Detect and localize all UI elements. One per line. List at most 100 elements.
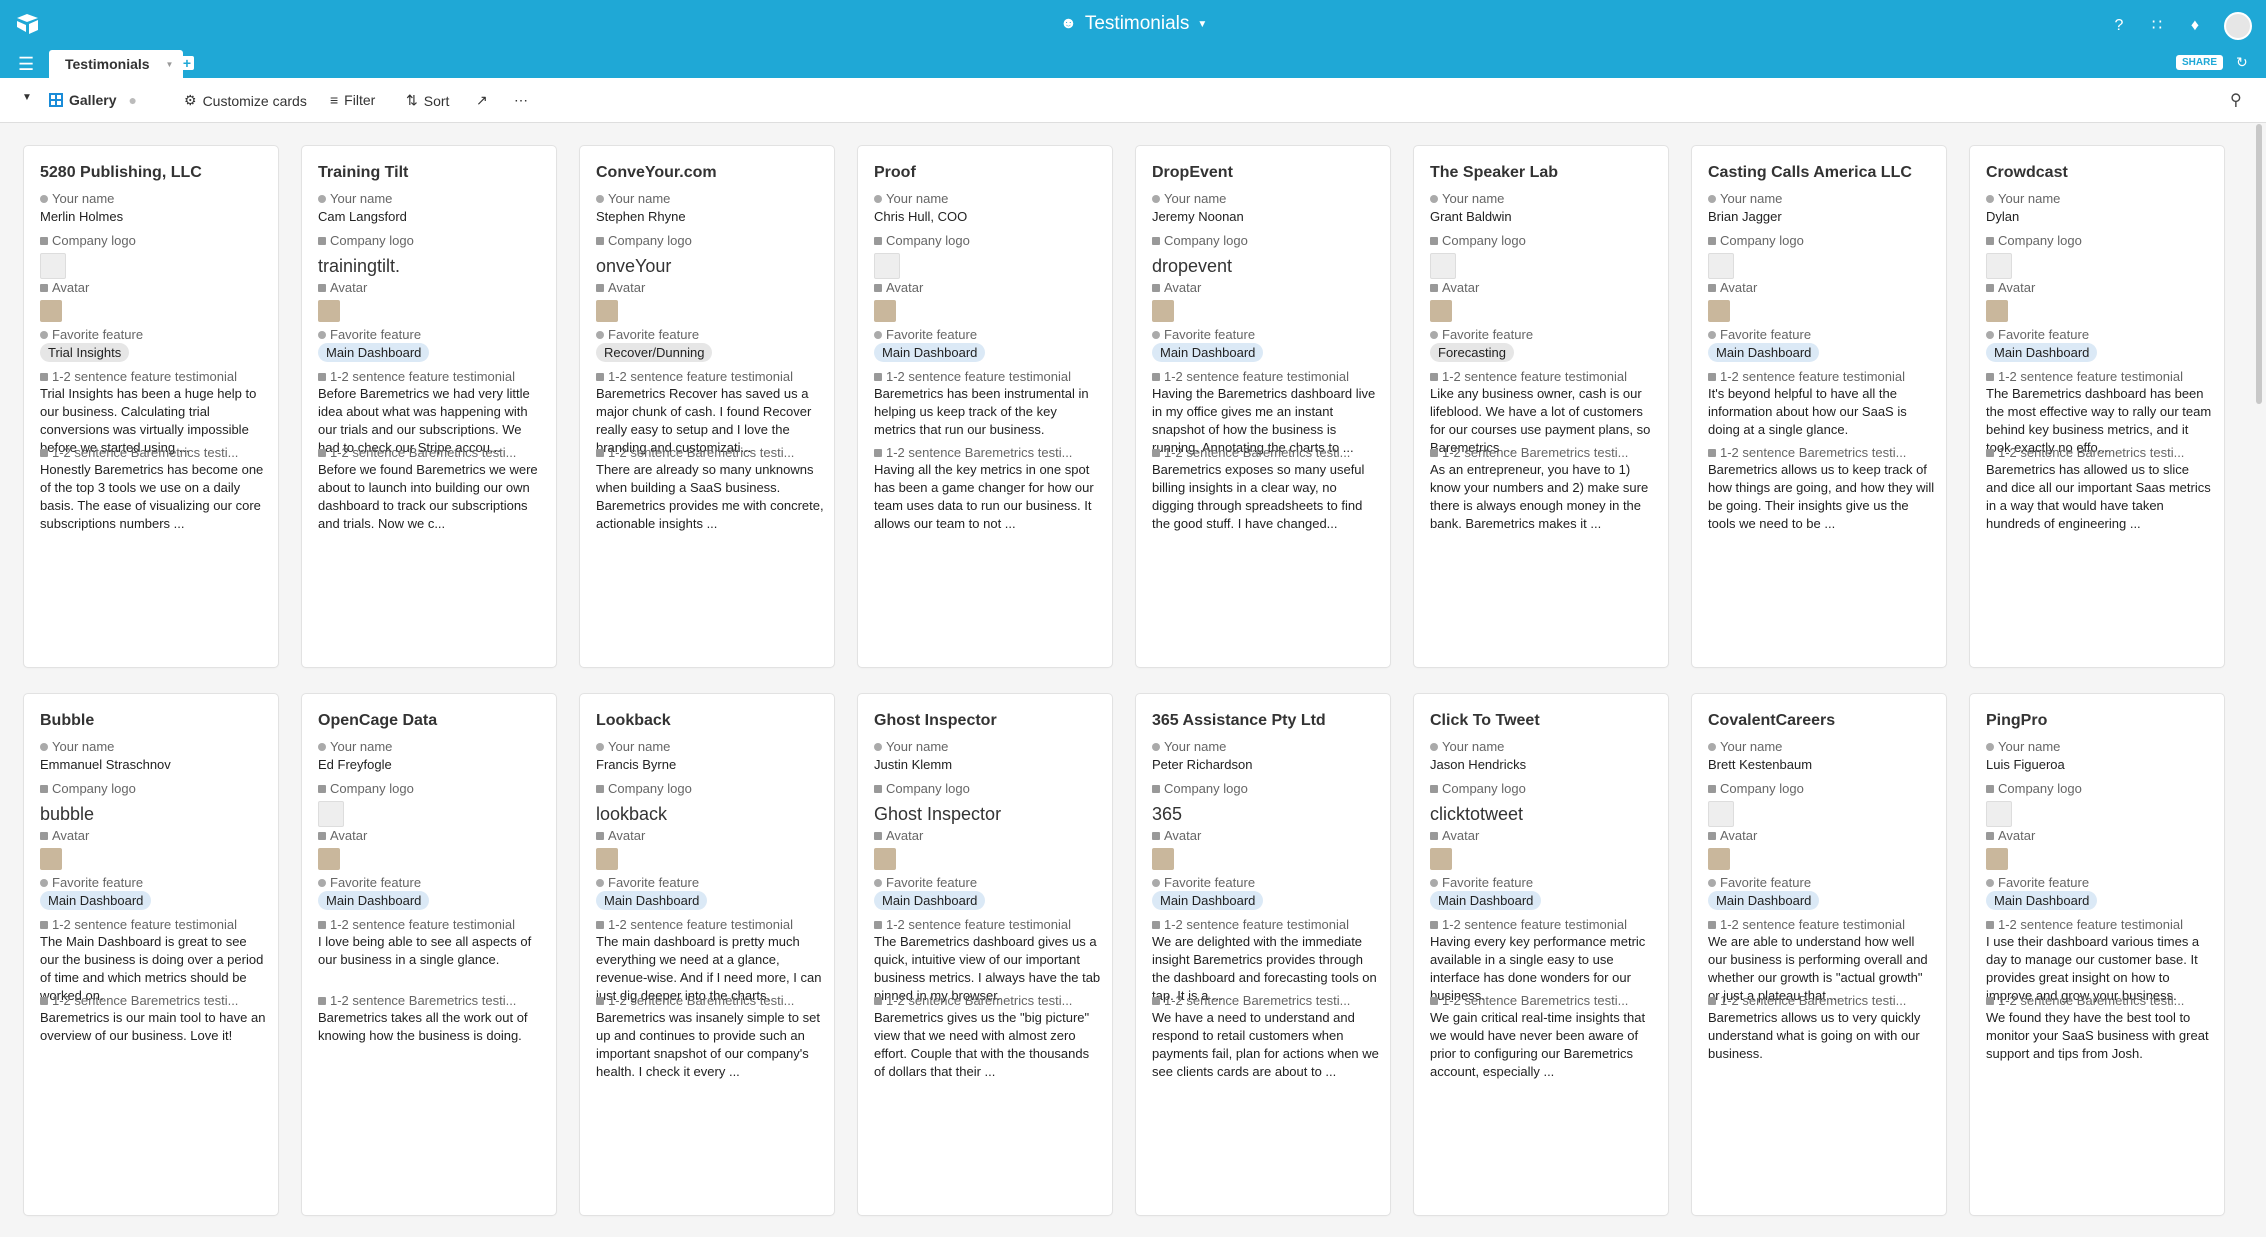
label-text: Favorite feature [52,875,144,890]
bell-icon[interactable]: ♦ [2186,17,2204,35]
label-text: 1-2 sentence Baremetrics testi... [330,993,517,1008]
gallery-card[interactable]: Crowdcast Your name Dylan Company logo A… [1970,146,2224,667]
sort-button[interactable]: ⇅ Sort [406,92,449,109]
gallery-card[interactable]: PingPro Your name Luis Figueroa Company … [1970,694,2224,1215]
gallery-card[interactable]: Bubble Your name Emmanuel Straschnov Com… [24,694,278,1215]
long-text-icon [318,920,326,929]
more-options-icon[interactable]: ⋯ [514,92,528,109]
filter-icon: ≡ [330,92,339,108]
your-name-value: Peter Richardson [1152,757,1253,772]
long-text-icon [1986,372,1994,381]
long-text-icon [1708,372,1716,381]
field-label-your-name: Your name [1430,191,1656,206]
apps-grid-icon[interactable]: ∷ [2148,17,2166,35]
attachment-field-icon [318,236,326,245]
gallery-card[interactable]: OpenCage Data Your name Ed Freyfogle Com… [302,694,556,1215]
your-name-value: Merlin Holmes [40,209,124,224]
card-title: Bubble [40,712,95,729]
label-text: Avatar [1164,280,1202,295]
label-text: Company logo [1720,233,1804,248]
field-label-favorite-feature: Favorite feature [1708,327,1934,342]
field-label-favorite-feature: Favorite feature [1152,875,1378,890]
field-label-company-logo: Company logo [596,781,822,796]
attachment-field-icon [1430,236,1438,245]
user-avatar[interactable] [2224,12,2252,40]
gallery-card[interactable]: Casting Calls America LLC Your name Bria… [1692,146,1946,667]
label-text: 1-2 sentence feature testimonial [52,917,237,932]
avatar-image [318,300,340,322]
field-label-avatar: Avatar [1708,828,1934,843]
gallery-card[interactable]: 365 Assistance Pty Ltd Your name Peter R… [1136,694,1390,1215]
gallery-card[interactable]: The Speaker Lab Your name Grant Baldwin … [1414,146,1668,667]
field-label-avatar: Avatar [40,280,266,295]
label-text: 1-2 sentence feature testimonial [1442,369,1627,384]
gallery-card[interactable]: ConveYour.com Your name Stephen Rhyne Co… [580,146,834,667]
label-text: Favorite feature [1164,327,1256,342]
attachment-field-icon [40,784,48,793]
attachment-field-icon [874,283,882,292]
your-name-value: Francis Byrne [596,757,677,772]
gallery-card[interactable]: Click To Tweet Your name Jason Hendricks… [1414,694,1668,1215]
gallery-card[interactable]: Ghost Inspector Your name Justin Klemm C… [858,694,1112,1215]
label-text: Your name [1442,739,1505,754]
label-text: 1-2 sentence Baremetrics testi... [886,993,1073,1008]
field-label-favorite-feature: Favorite feature [1152,327,1378,342]
label-text: 1-2 sentence feature testimonial [886,917,1071,932]
long-text-icon [596,448,604,457]
label-text: Favorite feature [608,327,700,342]
airtable-logo-icon[interactable] [16,13,40,35]
text-field-icon [596,742,604,751]
gallery-card[interactable]: CovalentCareers Your name Brett Kestenba… [1692,694,1946,1215]
long-text-icon [874,920,882,929]
gallery-card[interactable]: DropEvent Your name Jeremy Noonan Compan… [1136,146,1390,667]
company-logo-text: onveYour [596,255,672,276]
label-text: Avatar [1164,828,1202,843]
long-text-icon [596,920,604,929]
tab-testimonials[interactable]: Testimonials ▼ [49,50,184,78]
label-text: 1-2 sentence Baremetrics testi... [886,445,1073,460]
field-label-favorite-feature: Favorite feature [1986,875,2212,890]
filter-button[interactable]: ≡ Filter [330,92,375,108]
share-button[interactable]: SHARE [2176,55,2224,70]
views-toggle-icon[interactable]: ▼ [22,92,32,103]
favorite-feature-tag: Main Dashboard [874,343,986,362]
field-label-feature-testimonial: 1-2 sentence feature testimonial [1708,917,1934,932]
label-text: Company logo [1998,781,2082,796]
label-text: Favorite feature [330,327,422,342]
field-label-baremetrics-testimonial: 1-2 sentence Baremetrics testi... [1986,445,2212,460]
logo-placeholder-icon [1430,253,1456,279]
gallery-card[interactable]: Training Tilt Your name Cam Langsford Co… [302,146,556,667]
field-label-baremetrics-testimonial: 1-2 sentence Baremetrics testi... [1152,993,1378,1008]
attachment-field-icon [1986,831,1994,840]
attachment-field-icon [1430,831,1438,840]
long-text-icon [1430,996,1438,1005]
card-title: OpenCage Data [318,712,438,729]
gallery-card[interactable]: 5280 Publishing, LLC Your name Merlin Ho… [24,146,278,667]
card-title: Lookback [596,712,671,729]
customize-cards-button[interactable]: ⚙ Customize cards [184,92,307,109]
search-icon[interactable]: ⚲ [2230,90,2242,110]
label-text: Company logo [330,233,414,248]
single-select-icon [1152,878,1160,887]
vertical-scrollbar[interactable] [2256,124,2262,404]
field-label-feature-testimonial: 1-2 sentence feature testimonial [40,917,266,932]
history-icon[interactable]: ↻ [2236,54,2248,71]
label-text: Favorite feature [1442,327,1534,342]
hamburger-menu-icon[interactable]: ☰ [18,55,34,73]
attachment-field-icon [40,236,48,245]
share-view-icon[interactable]: ↗ [476,92,488,109]
field-label-feature-testimonial: 1-2 sentence feature testimonial [874,917,1100,932]
gallery-card[interactable]: Proof Your name Chris Hull, COO Company … [858,146,1112,667]
text-field-icon [318,194,326,203]
user-icon: ☻ [1060,15,1077,32]
baremetrics-testimonial-text: There are already so many unknowns when … [596,462,824,531]
long-text-icon [318,372,326,381]
chevron-down-icon[interactable]: ▼ [166,60,174,69]
baremetrics-testimonial-text: We have a need to understand and respond… [1152,1010,1379,1079]
view-switcher[interactable]: Gallery ● [49,92,137,108]
help-icon[interactable]: ? [2110,17,2128,35]
gallery-card[interactable]: Lookback Your name Francis Byrne Company… [580,694,834,1215]
add-table-button[interactable]: + [180,56,194,70]
base-title[interactable]: ☻ Testimonials ▼ [1060,13,1207,35]
favorite-feature-tag: Trial Insights [40,343,130,362]
